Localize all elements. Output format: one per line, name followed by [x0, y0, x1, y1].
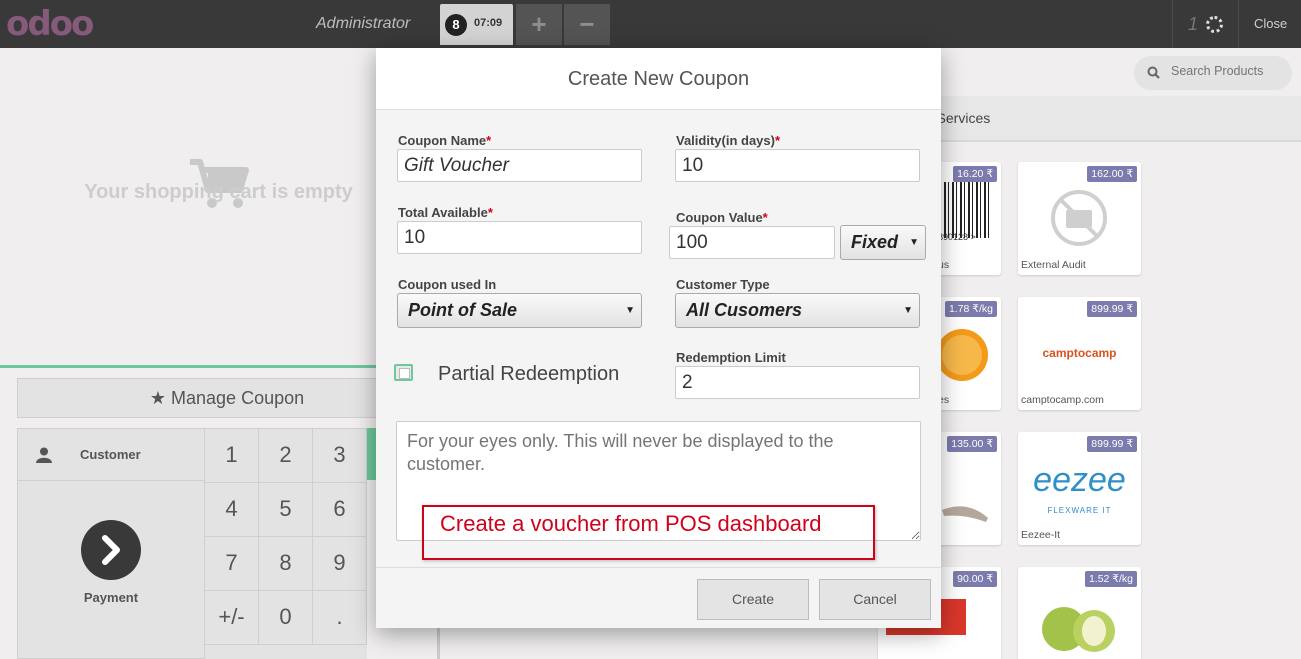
dialog-title: Create New Coupon [567, 68, 750, 90]
annotation-text: Create a voucher from POS dashboard [440, 511, 822, 536]
total-available-input[interactable]: 10 [397, 221, 642, 254]
customer-type-select[interactable]: All Cusomers ▼ [675, 293, 920, 328]
customer-type-label: Customer Type [676, 277, 770, 292]
sync-spinner-icon [1206, 16, 1223, 33]
select-caret-icon: ▼ [625, 305, 635, 316]
coupon-name-input[interactable]: Gift Voucher [397, 149, 642, 182]
order-tab[interactable]: 8 07:09 [440, 4, 513, 45]
cashier-name[interactable]: Administrator [316, 15, 410, 33]
dialog-header: Create New Coupon [376, 48, 941, 110]
coupon-name-label: Coupon Name* [398, 133, 492, 148]
order-time: 07:09 [474, 17, 503, 29]
sync-count: 1 [1188, 14, 1199, 34]
order-sequence-badge: 8 [445, 14, 467, 36]
delete-order-button[interactable]: − [564, 4, 610, 45]
select-caret-icon: ▼ [903, 305, 913, 316]
validity-label: Validity(in days)* [676, 133, 781, 148]
partial-redemption-label: Partial Redeemption [438, 363, 620, 385]
coupon-value-label: Coupon Value* [676, 210, 768, 225]
cancel-button[interactable]: Cancel [819, 579, 931, 620]
select-caret-icon: ▼ [909, 237, 919, 248]
pos-topbar: odoo Administrator 8 07:09 + − 1 Close [0, 0, 1301, 48]
new-order-button[interactable]: + [516, 4, 562, 45]
dialog-footer: Create Cancel [376, 567, 941, 628]
coupon-value-input[interactable]: 100 [669, 226, 835, 259]
odoo-logo: odoo [6, 4, 94, 44]
redemption-limit-input[interactable]: 2 [675, 366, 920, 399]
annotation-box: Create a voucher from POS dashboard [422, 505, 875, 560]
total-available-label: Total Available* [398, 205, 493, 220]
topbar-divider [1172, 0, 1173, 48]
coupon-value-type-select[interactable]: Fixed ▼ [840, 225, 926, 260]
used-in-label: Coupon used In [398, 277, 497, 292]
partial-redemption-checkbox[interactable] [394, 364, 413, 381]
validity-input[interactable]: 10 [675, 149, 920, 182]
create-coupon-dialog: Create New Coupon Coupon Name* Gift Vouc… [376, 48, 941, 628]
redemption-limit-label: Redemption Limit [676, 350, 786, 365]
create-button[interactable]: Create [697, 579, 809, 620]
close-button[interactable]: Close [1254, 16, 1287, 31]
topbar-divider [1238, 0, 1239, 48]
used-in-select[interactable]: Point of Sale ▼ [397, 293, 642, 328]
